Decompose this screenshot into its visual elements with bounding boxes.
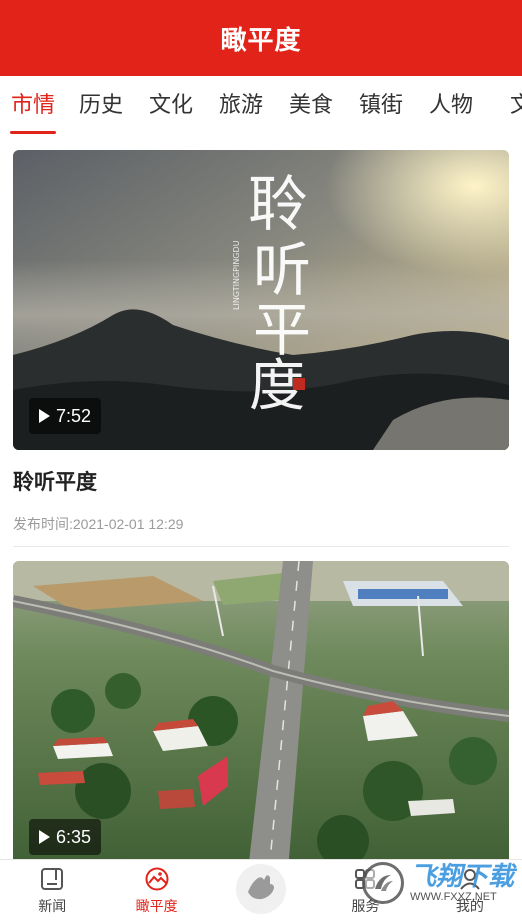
- tab-overflow[interactable]: 文: [486, 76, 522, 134]
- video-card[interactable]: 6:35: [13, 561, 509, 859]
- video-thumbnail[interactable]: 6:35: [13, 561, 509, 859]
- overlay-title-char1: 聆: [248, 170, 308, 240]
- overlay-subtitle: LINGTINGPINGDU: [232, 240, 241, 310]
- tab-wenhua[interactable]: 文化: [136, 76, 206, 134]
- category-tabs: 市情 历史 文化 旅游 美食 镇街 人物 文: [0, 76, 522, 134]
- news-icon: [39, 866, 65, 892]
- divider: [13, 546, 509, 547]
- publish-time: 发布时间:2021-02-01 12:29: [13, 516, 184, 532]
- nav-kanpingdu[interactable]: 瞰平度: [104, 860, 208, 921]
- video-duration-badge: 7:52: [29, 398, 102, 434]
- nav-news[interactable]: 新闻: [0, 860, 104, 921]
- watermark-main-text: 飞翔下载: [409, 861, 514, 891]
- video-title[interactable]: 聆听平度: [13, 468, 509, 498]
- hand-icon: [244, 872, 278, 905]
- watermark-sub-text: WWW.FXXZ.NET: [409, 891, 497, 903]
- center-button[interactable]: [236, 863, 287, 914]
- seal-stamp: [293, 378, 305, 390]
- video-duration-badge: 6:35: [29, 819, 102, 855]
- watermark-logo-icon: [361, 862, 404, 904]
- tab-meishi[interactable]: 美食: [276, 76, 346, 134]
- video-thumbnail[interactable]: 聆 听 平 度 LINGTINGPINGDU 7:52: [13, 150, 509, 450]
- duration-text: 7:52: [56, 405, 92, 426]
- duration-text: 6:35: [56, 826, 92, 847]
- tab-renwu[interactable]: 人物: [416, 76, 486, 134]
- page-title: 瞰平度: [220, 24, 302, 55]
- nav-news-label: 新闻: [38, 897, 67, 914]
- site-watermark: 飞翔下载 WWW.FXXZ.NET: [361, 861, 514, 904]
- tab-lishi[interactable]: 历史: [66, 76, 136, 134]
- video-card[interactable]: 聆 听 平 度 LINGTINGPINGDU 7:52 聆听平度 发布时间:20…: [13, 150, 509, 547]
- tab-shiqing[interactable]: 市情: [6, 76, 60, 134]
- play-icon: [39, 409, 50, 423]
- nav-kanpingdu-label: 瞰平度: [135, 897, 178, 914]
- thumbnail-image: [13, 561, 509, 859]
- overlay-title-char2: 听: [253, 236, 311, 304]
- play-icon: [39, 830, 50, 844]
- video-feed: 聆 听 平 度 LINGTINGPINGDU 7:52 聆听平度 发布时间:20…: [0, 134, 522, 859]
- tab-lvyou[interactable]: 旅游: [206, 76, 276, 134]
- tab-zhenjie[interactable]: 镇街: [346, 76, 416, 134]
- camera-landscape-icon: [144, 866, 170, 892]
- nav-center[interactable]: [209, 860, 313, 921]
- app-header: 瞰平度: [0, 0, 522, 76]
